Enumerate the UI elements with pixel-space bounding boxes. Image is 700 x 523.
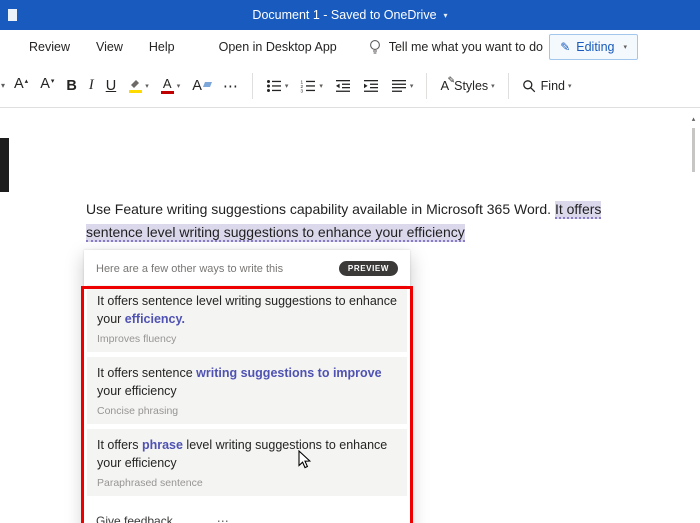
pane-edge-fragment [0,138,9,192]
popup-header-text: Here are a few other ways to write this [96,262,284,275]
increase-indent-button[interactable] [358,71,384,101]
numbered-list-button[interactable]: 1 2 3 ▾ [295,71,328,101]
tab-review[interactable]: Review [29,40,70,54]
find-label: Find [540,78,565,93]
decrease-indent-button[interactable] [330,71,356,101]
shrink-font-button[interactable]: A ▾ [35,71,59,101]
toolbar-divider [251,72,253,99]
numbered-list-chevron-down-icon[interactable]: ▾ [319,82,323,90]
eraser-icon [202,82,212,87]
toolbar-divider [426,72,428,99]
shrink-font-caret-icon: ▾ [50,77,55,85]
suggestion-text: It offers sentence level writing suggest… [97,294,397,326]
styles-button[interactable]: A ✎ Styles ▾ [435,71,499,101]
font-color-icon: A [160,77,174,94]
open-in-desktop-app-button[interactable]: Open in Desktop App [219,40,337,54]
alignment-button[interactable]: ▾ [386,71,419,101]
styles-pencil-icon: ✎ [447,75,456,85]
tell-me-search[interactable]: Tell me what you want to do [369,39,543,55]
svg-text:3: 3 [301,88,304,93]
toolbar-divider [507,72,509,99]
styles-chevron-down-icon: ▾ [491,82,495,90]
document-title: Document 1 - Saved to OneDrive [252,8,437,22]
preview-badge: PREVIEW [338,261,398,276]
tell-me-label: Tell me what you want to do [388,40,543,54]
highlight-chevron-down-icon[interactable]: ▾ [145,82,149,90]
find-button[interactable]: Find ▾ [517,71,577,101]
title-chevron-down-icon[interactable]: ▾ [444,11,448,20]
editing-mode-button[interactable]: ✎ Editing ▾ [549,34,638,60]
font-color-chevron-down-icon[interactable]: ▾ [177,82,181,90]
grow-font-caret-icon: ▴ [24,77,29,85]
highlight-color-button[interactable]: ▾ [123,71,154,101]
suggestion-text: It offers phrase level writing suggestio… [97,438,388,470]
find-chevron-down-icon: ▾ [568,82,572,90]
lightbulb-icon [369,40,380,54]
tab-view[interactable]: View [96,40,123,54]
numbered-list-icon: 1 2 3 [301,79,316,93]
scroll-up-arrow-icon[interactable]: ▴ [692,115,696,123]
document-paragraph[interactable]: Use Feature writing suggestions capabili… [86,198,661,244]
alignment-chevron-down-icon[interactable]: ▾ [410,82,414,90]
ribbon-menu-bar: Review View Help Open in Desktop App Tel… [0,30,700,64]
suggestion-list: It offers sentence level writing suggest… [84,285,410,496]
title-bar: Document 1 - Saved to OneDrive ▾ [0,0,700,30]
font-color-button[interactable]: A ▾ [156,71,186,101]
bullet-list-button[interactable]: ▾ [261,71,294,101]
highlighter-icon [128,78,142,93]
grow-font-button[interactable]: A ▴ [9,71,33,101]
bold-button[interactable]: B [61,71,81,101]
editing-label: Editing [576,40,615,54]
more-options-icon[interactable]: ⋯ [217,514,231,523]
popup-header: Here are a few other ways to write this … [84,250,410,285]
app-icon-fragment [8,9,17,21]
editing-chevron-down-icon: ▾ [623,44,627,51]
more-font-options-button[interactable]: ⋯ [218,71,244,101]
cropped-tab-fragment [2,42,7,52]
suggestion-card-2[interactable]: It offers sentence writing suggestions t… [87,357,407,424]
rewrite-suggestions-popup: Here are a few other ways to write this … [81,250,413,523]
suggestion-card-3[interactable]: It offers phrase level writing suggestio… [87,429,407,496]
suggestion-subtext: Improves fluency [97,333,177,345]
styles-icon: A ✎ [440,75,456,93]
increase-indent-icon [363,79,378,92]
cropped-toolbar-fragment: ▾ [1,81,6,90]
bullet-list-chevron-down-icon[interactable]: ▾ [285,82,289,90]
document-canvas[interactable]: ▴ Use Feature writing suggestions capabi… [0,108,700,523]
popup-footer: Give feedback ⋯ [84,501,410,523]
suggestion-subtext: Paraphrased sentence [97,477,203,489]
scrollbar-thumb[interactable] [692,128,695,172]
formatting-toolbar: ▾ A ▴ A ▾ B I U ▾ A ▾ A ⋯ ▾ 1 2 3 ▾ ▾ A … [0,64,700,108]
sentence-text: Use Feature writing suggestions capabili… [86,201,555,217]
give-feedback-link[interactable]: Give feedback [96,514,173,523]
suggestion-subtext: Concise phrasing [97,405,179,417]
italic-button[interactable]: I [84,71,99,101]
tab-help[interactable]: Help [149,40,175,54]
decrease-indent-icon [335,79,350,92]
align-justify-icon [391,79,406,92]
bullet-list-icon [266,79,281,92]
underline-button[interactable]: U [101,71,121,101]
pencil-icon: ✎ [560,40,571,54]
suggestion-text: It offers sentence writing suggestions t… [97,366,382,398]
styles-label: Styles [454,78,489,93]
clear-formatting-button[interactable]: A [187,71,216,101]
suggestion-card-1[interactable]: It offers sentence level writing suggest… [87,285,407,352]
vertical-scrollbar[interactable]: ▴ [687,108,700,523]
search-icon [522,79,535,92]
